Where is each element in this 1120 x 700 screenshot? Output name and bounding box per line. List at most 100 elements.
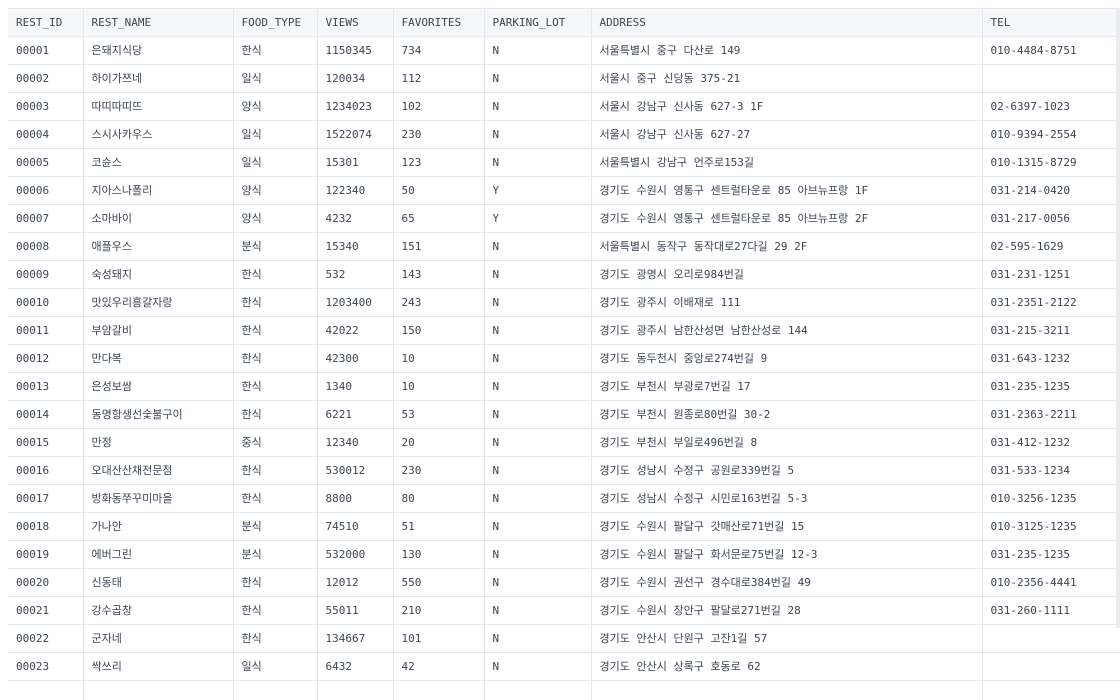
cell-food-type[interactable]: 일식 — [233, 64, 318, 93]
cell-parking-lot[interactable]: N — [484, 372, 592, 401]
table-row[interactable]: 00007 소마바이 양식 4232 65 Y 경기도 수원시 영통구 센트럴타운로 85 … — [8, 204, 1120, 233]
cell-rest-name[interactable]: 싹쓰리 — [83, 652, 234, 681]
cell-address[interactable]: 서울특별시 동작구 동작대로27다길 29 2F — [591, 232, 983, 261]
cell-rest-name[interactable]: 은성보쌈 — [83, 372, 234, 401]
cell-rest-name[interactable]: 코슌스 — [83, 148, 234, 177]
cell-favorites[interactable]: 210 — [393, 596, 485, 625]
cell-rest-name[interactable]: 에버그린 — [83, 540, 234, 569]
cell-address[interactable] — [591, 680, 983, 700]
cell-rest-name[interactable]: 부암갈비 — [83, 316, 234, 345]
cell-favorites[interactable]: 550 — [393, 568, 485, 597]
cell-rest-name[interactable]: 만다복 — [83, 344, 234, 373]
cell-favorites[interactable]: 10 — [393, 344, 485, 373]
cell-rest-id[interactable]: 00002 — [8, 64, 84, 93]
cell-parking-lot[interactable]: N — [484, 456, 592, 485]
cell-views[interactable]: 15301 — [317, 148, 394, 177]
cell-food-type[interactable]: 한식 — [233, 624, 318, 653]
cell-parking-lot[interactable]: N — [484, 512, 592, 541]
cell-address[interactable]: 경기도 부천시 부일로496번길 8 — [591, 428, 983, 457]
cell-tel[interactable]: 010-2356-4441 — [982, 568, 1120, 597]
table-row[interactable]: 00006 지아스나폴리 양식 122340 50 Y 경기도 수원시 영통구 센트럴타운로… — [8, 176, 1120, 205]
cell-food-type[interactable]: 일식 — [233, 652, 318, 681]
cell-address[interactable]: 경기도 수원시 장안구 팔달로271번길 28 — [591, 596, 983, 625]
cell-views[interactable]: 1234023 — [317, 92, 394, 121]
table-row[interactable]: 00010 맛있우리흥갈자랑 한식 1203400 243 N 경기도 광주시 이배재로 1… — [8, 288, 1120, 317]
table-row[interactable]: 00015 만정 중식 12340 20 N 경기도 부천시 부일로496번길 8 031-4… — [8, 428, 1120, 457]
table-row[interactable]: 00004 스시사카우스 일식 1522074 230 N 서울시 강남구 신사동 627-… — [8, 120, 1120, 149]
cell-parking-lot[interactable]: N — [484, 344, 592, 373]
cell-views[interactable] — [317, 680, 394, 700]
cell-rest-id[interactable]: 00017 — [8, 484, 84, 513]
cell-address[interactable]: 경기도 수원시 영통구 센트럴타운로 85 아브뉴프랑 1F — [591, 176, 983, 205]
cell-address[interactable]: 서울시 중구 신당동 375-21 — [591, 64, 983, 93]
cell-address[interactable]: 경기도 수원시 영통구 센트럴타운로 85 아브뉴프랑 2F — [591, 204, 983, 233]
cell-address[interactable]: 경기도 수원시 권선구 경수대로384번길 49 — [591, 568, 983, 597]
cell-views[interactable]: 1150345 — [317, 36, 394, 65]
cell-food-type[interactable]: 한식 — [233, 344, 318, 373]
cell-tel[interactable] — [982, 680, 1120, 700]
cell-food-type[interactable]: 양식 — [233, 92, 318, 121]
cell-address[interactable]: 경기도 광주시 이배재로 111 — [591, 288, 983, 317]
cell-address[interactable]: 경기도 성남시 수정구 시민로163번길 5-3 — [591, 484, 983, 513]
cell-rest-id[interactable]: 00023 — [8, 652, 84, 681]
cell-favorites[interactable]: 130 — [393, 540, 485, 569]
cell-parking-lot[interactable]: Y — [484, 176, 592, 205]
cell-parking-lot[interactable]: N — [484, 568, 592, 597]
cell-address[interactable]: 경기도 성남시 수정구 공원로339번길 5 — [591, 456, 983, 485]
cell-rest-id[interactable]: 00012 — [8, 344, 84, 373]
cell-food-type[interactable]: 일식 — [233, 120, 318, 149]
cell-rest-name[interactable]: 가나안 — [83, 512, 234, 541]
cell-rest-name[interactable]: 강수곱창 — [83, 596, 234, 625]
table-row[interactable]: 00009 숙성돼지 한식 532 143 N 경기도 광명시 오리로984번길 031-23… — [8, 260, 1120, 289]
cell-tel[interactable]: 031-235-1235 — [982, 540, 1120, 569]
cell-favorites[interactable]: 10 — [393, 372, 485, 401]
cell-food-type[interactable] — [233, 680, 318, 700]
cell-parking-lot[interactable]: N — [484, 36, 592, 65]
cell-views[interactable]: 532 — [317, 260, 394, 289]
cell-favorites[interactable]: 101 — [393, 624, 485, 653]
column-header-parking-lot[interactable]: PARKING_LOT — [484, 8, 592, 37]
cell-views[interactable]: 55011 — [317, 596, 394, 625]
cell-favorites[interactable]: 151 — [393, 232, 485, 261]
cell-favorites[interactable]: 734 — [393, 36, 485, 65]
cell-views[interactable]: 120034 — [317, 64, 394, 93]
cell-rest-id[interactable]: 00011 — [8, 316, 84, 345]
cell-favorites[interactable]: 50 — [393, 176, 485, 205]
cell-rest-name[interactable]: 은돼지식당 — [83, 36, 234, 65]
cell-rest-name[interactable]: 방화동쭈꾸미마을 — [83, 484, 234, 513]
cell-parking-lot[interactable]: N — [484, 596, 592, 625]
cell-tel[interactable]: 010-4484-8751 — [982, 36, 1120, 65]
cell-tel[interactable]: 010-9394-2554 — [982, 120, 1120, 149]
cell-address[interactable]: 서울특별시 강남구 언주로153길 — [591, 148, 983, 177]
cell-rest-id[interactable]: 00004 — [8, 120, 84, 149]
cell-rest-name[interactable]: 따띠따띠뜨 — [83, 92, 234, 121]
cell-views[interactable]: 122340 — [317, 176, 394, 205]
cell-favorites[interactable] — [393, 680, 485, 700]
cell-favorites[interactable]: 230 — [393, 456, 485, 485]
cell-rest-id[interactable]: 00021 — [8, 596, 84, 625]
cell-rest-id[interactable]: 00016 — [8, 456, 84, 485]
cell-parking-lot[interactable]: N — [484, 624, 592, 653]
cell-food-type[interactable]: 한식 — [233, 316, 318, 345]
cell-favorites[interactable]: 230 — [393, 120, 485, 149]
cell-tel[interactable]: 031-2351-2122 — [982, 288, 1120, 317]
cell-rest-name[interactable]: 만정 — [83, 428, 234, 457]
table-row[interactable] — [8, 680, 1120, 700]
cell-tel[interactable]: 010-3256-1235 — [982, 484, 1120, 513]
cell-tel[interactable]: 010-1315-8729 — [982, 148, 1120, 177]
table-row[interactable]: 00008 애플우스 분식 15340 151 N 서울특별시 동작구 동작대로27다길 2… — [8, 232, 1120, 261]
cell-rest-name[interactable]: 소마바이 — [83, 204, 234, 233]
cell-address[interactable]: 경기도 부천시 원종로80번길 30-2 — [591, 400, 983, 429]
cell-food-type[interactable]: 한식 — [233, 596, 318, 625]
cell-favorites[interactable]: 42 — [393, 652, 485, 681]
cell-views[interactable]: 1522074 — [317, 120, 394, 149]
column-header-rest-id[interactable]: REST_ID — [8, 8, 84, 37]
cell-tel[interactable] — [982, 64, 1120, 93]
cell-tel[interactable]: 02-6397-1023 — [982, 92, 1120, 121]
cell-rest-name[interactable] — [83, 680, 234, 700]
cell-food-type[interactable]: 한식 — [233, 260, 318, 289]
cell-address[interactable]: 경기도 수원시 팔달구 갓매산로71번길 15 — [591, 512, 983, 541]
cell-rest-id[interactable]: 00009 — [8, 260, 84, 289]
vertical-scrollbar[interactable] — [1115, 0, 1120, 700]
cell-rest-id[interactable]: 00013 — [8, 372, 84, 401]
